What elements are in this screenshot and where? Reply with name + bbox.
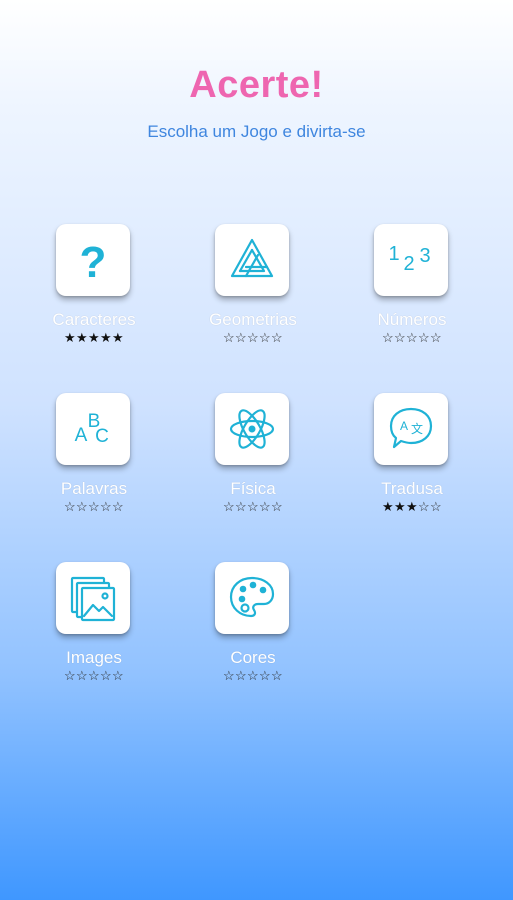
star-empty-icon: ☆ (247, 499, 260, 514)
star-empty-icon: ☆ (271, 668, 284, 683)
game-tile-images[interactable]: Images ☆☆☆☆☆ (34, 562, 154, 692)
star-empty-icon: ☆ (430, 330, 443, 345)
star-empty-icon: ☆ (64, 499, 77, 514)
letters-abc-icon: A B C (75, 411, 109, 447)
star-empty-icon: ☆ (247, 330, 260, 345)
image-stack-icon (70, 576, 116, 622)
game-label: Tradusa (381, 479, 443, 498)
impossible-triangle-icon (230, 238, 274, 278)
game-tile-numeros[interactable]: 1 2 3 Números ☆☆☆☆☆ (352, 224, 472, 354)
star-empty-icon: ☆ (247, 668, 260, 683)
star-empty-icon: ☆ (418, 330, 431, 345)
star-empty-icon: ☆ (406, 330, 419, 345)
svg-text:C: C (95, 426, 109, 447)
game-button-cores[interactable] (215, 562, 289, 634)
rating-stars: ★★★★★ (34, 331, 154, 345)
star-empty-icon: ☆ (235, 330, 248, 345)
game-button-numeros[interactable]: 1 2 3 (374, 224, 448, 296)
question-mark-icon: ? (80, 238, 107, 286)
translate-icon: A 文 (389, 407, 433, 449)
star-empty-icon: ☆ (100, 499, 113, 514)
svg-text:文: 文 (411, 421, 423, 436)
star-empty-icon: ☆ (259, 499, 272, 514)
star-filled-icon: ★ (406, 499, 419, 514)
atom-icon (229, 409, 275, 449)
star-filled-icon: ★ (88, 330, 101, 345)
numbers-123-icon: 1 2 3 (388, 243, 430, 275)
star-empty-icon: ☆ (223, 499, 236, 514)
game-label: Palavras (60, 479, 128, 498)
svg-text:A: A (75, 425, 88, 446)
rating-stars: ☆☆☆☆☆ (34, 500, 154, 514)
star-empty-icon: ☆ (271, 499, 284, 514)
game-label: Caracteres (52, 310, 136, 329)
rating-stars: ☆☆☆☆☆ (193, 500, 313, 514)
star-empty-icon: ☆ (223, 668, 236, 683)
star-empty-icon: ☆ (259, 330, 272, 345)
palette-icon (229, 576, 275, 618)
star-empty-icon: ☆ (100, 668, 113, 683)
game-tile-palavras[interactable]: A B C Palavras ☆☆☆☆☆ (34, 393, 154, 523)
star-empty-icon: ☆ (88, 668, 101, 683)
star-filled-icon: ★ (64, 330, 77, 345)
rating-stars: ☆☆☆☆☆ (352, 331, 472, 345)
game-button-fisica[interactable] (215, 393, 289, 465)
star-empty-icon: ☆ (76, 499, 89, 514)
game-label: Geometrias (209, 310, 297, 329)
star-empty-icon: ☆ (394, 330, 407, 345)
star-filled-icon: ★ (100, 330, 113, 345)
svg-text:A: A (400, 419, 408, 433)
star-empty-icon: ☆ (112, 499, 125, 514)
star-filled-icon: ★ (76, 330, 89, 345)
star-empty-icon: ☆ (235, 668, 248, 683)
app-title: Acerte! (189, 64, 324, 106)
rating-stars: ☆☆☆☆☆ (193, 669, 313, 683)
game-button-tradusa[interactable]: A 文 (374, 393, 448, 465)
game-tile-cores[interactable]: Cores ☆☆☆☆☆ (193, 562, 313, 692)
rating-stars: ☆☆☆☆☆ (193, 331, 313, 345)
app-subtitle: Escolha um Jogo e divirta-se (147, 122, 366, 141)
game-label: Física (230, 479, 276, 498)
star-filled-icon: ★ (382, 499, 395, 514)
svg-text:2: 2 (403, 253, 414, 275)
game-button-images[interactable] (56, 562, 130, 634)
game-button-geometrias[interactable] (215, 224, 289, 296)
star-empty-icon: ☆ (235, 499, 248, 514)
svg-text:3: 3 (419, 245, 430, 267)
rating-stars: ★★★☆☆ (352, 500, 472, 514)
game-label: Images (66, 648, 122, 667)
star-empty-icon: ☆ (259, 668, 272, 683)
game-tile-caracteres[interactable]: ? Caracteres ★★★★★ (34, 224, 154, 354)
star-empty-icon: ☆ (418, 499, 431, 514)
rating-stars: ☆☆☆☆☆ (34, 669, 154, 683)
svg-text:1: 1 (388, 243, 399, 265)
game-tile-fisica[interactable]: Física ☆☆☆☆☆ (193, 393, 313, 523)
star-empty-icon: ☆ (382, 330, 395, 345)
star-empty-icon: ☆ (271, 330, 284, 345)
star-empty-icon: ☆ (76, 668, 89, 683)
star-empty-icon: ☆ (223, 330, 236, 345)
svg-text:?: ? (80, 238, 107, 286)
star-empty-icon: ☆ (112, 668, 125, 683)
game-button-caracteres[interactable]: ? (56, 224, 130, 296)
star-filled-icon: ★ (394, 499, 407, 514)
game-label: Números (377, 310, 447, 329)
game-tile-geometrias[interactable]: Geometrias ☆☆☆☆☆ (193, 224, 313, 354)
star-empty-icon: ☆ (430, 499, 443, 514)
game-label: Cores (230, 648, 276, 667)
star-filled-icon: ★ (112, 330, 125, 345)
star-empty-icon: ☆ (88, 499, 101, 514)
game-tile-tradusa[interactable]: A 文 Tradusa ★★★☆☆ (352, 393, 472, 523)
game-button-palavras[interactable]: A B C (56, 393, 130, 465)
star-empty-icon: ☆ (64, 668, 77, 683)
